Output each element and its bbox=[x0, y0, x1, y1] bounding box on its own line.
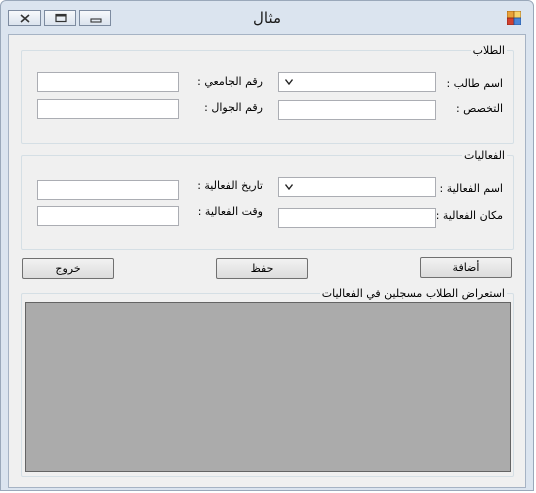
students-groupbox: الطلاب bbox=[21, 44, 514, 144]
app-icon bbox=[507, 11, 521, 25]
major-label: التخصص : bbox=[455, 102, 503, 115]
window-title: مثال bbox=[252, 9, 282, 27]
student-name-combo[interactable] bbox=[278, 72, 436, 92]
add-button[interactable]: أضافة bbox=[420, 257, 512, 278]
major-field[interactable] bbox=[278, 100, 436, 120]
mobile-field[interactable] bbox=[37, 99, 179, 119]
form-client-area: الطلاب اسم طالب : رقم الجامعي : التخصص :… bbox=[8, 34, 526, 488]
registrations-group-title: استعراض الطلاب مسجلين في الفعاليات bbox=[321, 287, 505, 300]
chevron-down-icon bbox=[285, 184, 293, 190]
event-time-field[interactable] bbox=[37, 206, 179, 226]
chevron-down-icon bbox=[285, 79, 293, 85]
mobile-label: رقم الجوال : bbox=[204, 101, 263, 114]
event-place-field[interactable] bbox=[278, 208, 436, 228]
student-name-label: اسم طالب : bbox=[446, 77, 503, 90]
event-date-field[interactable] bbox=[37, 180, 179, 200]
event-place-label: مكان الفعالية : bbox=[435, 209, 503, 222]
exit-button[interactable]: خروج bbox=[22, 258, 114, 279]
university-no-label: رقم الجامعي : bbox=[197, 75, 263, 88]
save-button[interactable]: حفظ bbox=[216, 258, 308, 279]
event-name-combo[interactable] bbox=[278, 177, 436, 197]
title-bar[interactable]: مثال bbox=[1, 1, 533, 33]
registrations-grid[interactable] bbox=[25, 302, 511, 472]
main-window: مثال الطلاب اسم طالب : رقم الجامعي : الت… bbox=[0, 0, 534, 491]
event-time-label: وقت الفعالية : bbox=[197, 205, 263, 218]
events-group-title: الفعاليات bbox=[463, 149, 505, 162]
event-name-label: اسم الفعالية : bbox=[439, 182, 504, 195]
event-date-label: تاريخ الفعالية : bbox=[197, 179, 263, 192]
students-group-title: الطلاب bbox=[472, 44, 505, 57]
university-no-field[interactable] bbox=[37, 72, 179, 92]
